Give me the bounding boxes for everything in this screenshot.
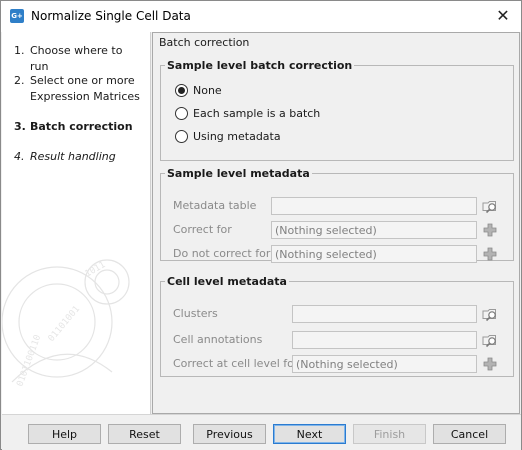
svg-text:1011: 1011 [84, 260, 108, 280]
step-number: 3. [14, 120, 26, 133]
correct-for-label: Correct for [173, 223, 232, 236]
close-icon[interactable]: ✕ [485, 1, 521, 32]
correct-at-cell-level-label: Correct at cell level for [173, 357, 299, 370]
correct-at-cell-level-field[interactable]: (Nothing selected) [292, 355, 477, 373]
sample-batch-correction-group: Sample level batch correction None Each … [160, 59, 514, 161]
radio-none[interactable]: None [175, 83, 222, 99]
step-batch-correction: 3. Batch correction [14, 119, 140, 135]
binary-swirl-watermark: 0101100110 01101001 1011 [2, 259, 130, 388]
plus-icon[interactable] [481, 245, 499, 263]
step-number: 4. [14, 150, 25, 163]
plus-icon[interactable] [481, 355, 499, 373]
radio-label: None [193, 84, 222, 97]
cell-annotations-field[interactable] [292, 331, 477, 349]
radio-label: Each sample is a batch [193, 107, 321, 120]
cell-annotations-label: Cell annotations [173, 333, 263, 346]
step-choose-where-to-run: 1. Choose where to run [14, 43, 140, 75]
cancel-button[interactable]: Cancel [433, 424, 506, 444]
wizard-steps-sidebar: 1. Choose where to run 2. Select one or mo… [2, 32, 151, 414]
cell-level-metadata-group: Cell level metadata Clusters Cell annota… [160, 275, 514, 377]
clusters-label: Clusters [173, 307, 218, 320]
window-title: Normalize Single Cell Data [31, 9, 191, 23]
finish-button: Finish [353, 424, 426, 444]
step-label: Batch correction [30, 120, 133, 133]
svg-text:01101001: 01101001 [47, 304, 83, 344]
step-number: 1. [14, 44, 25, 57]
panel-title: Batch correction [159, 36, 250, 49]
group-legend: Cell level metadata [167, 275, 287, 288]
batch-correction-panel: Batch correction Sample level batch corr… [152, 32, 520, 414]
radio-each-sample-is-batch[interactable]: Each sample is a batch [175, 106, 320, 122]
step-label: Choose where to run [30, 44, 123, 73]
sample-level-metadata-group: Sample level metadata Metadata table Cor… [160, 167, 514, 263]
do-not-correct-for-field[interactable]: (Nothing selected) [271, 245, 477, 263]
step-number: 2. [14, 74, 25, 87]
title-bar: G+ Normalize Single Cell Data ✕ [1, 1, 521, 32]
clusters-field[interactable] [292, 305, 477, 323]
group-legend: Sample level metadata [167, 167, 310, 180]
radio-using-metadata[interactable]: Using metadata [175, 129, 281, 145]
step-label: Result handling [30, 150, 116, 163]
next-button[interactable]: Next [273, 424, 346, 444]
radio-unselected-icon [175, 106, 188, 120]
dialog-window: G+ Normalize Single Cell Data ✕ 1. Choose… [0, 0, 522, 450]
step-result-handling: 4. Result handling [14, 149, 140, 165]
radio-label: Using metadata [193, 130, 281, 143]
radio-selected-icon [175, 83, 188, 97]
browse-icon[interactable] [481, 197, 499, 215]
metadata-table-label: Metadata table [173, 199, 257, 212]
previous-button[interactable]: Previous [193, 424, 266, 444]
help-button[interactable]: Help [28, 424, 101, 444]
correct-for-field[interactable]: (Nothing selected) [271, 221, 477, 239]
step-label: Select one or more Expression Matrices [30, 74, 140, 103]
reset-button[interactable]: Reset [108, 424, 181, 444]
step-select-expression-matrices: 2. Select one or more Expression Matrices [14, 73, 140, 105]
radio-unselected-icon [175, 129, 188, 143]
group-legend: Sample level batch correction [167, 59, 353, 72]
plus-icon[interactable] [481, 221, 499, 239]
browse-icon[interactable] [481, 305, 499, 323]
do-not-correct-for-label: Do not correct for [173, 247, 271, 260]
dialog-footer: Help Reset Previous Next Finish Cancel [2, 414, 521, 450]
app-icon: G+ [10, 9, 24, 23]
browse-icon[interactable] [481, 331, 499, 349]
metadata-table-field[interactable] [271, 197, 477, 215]
